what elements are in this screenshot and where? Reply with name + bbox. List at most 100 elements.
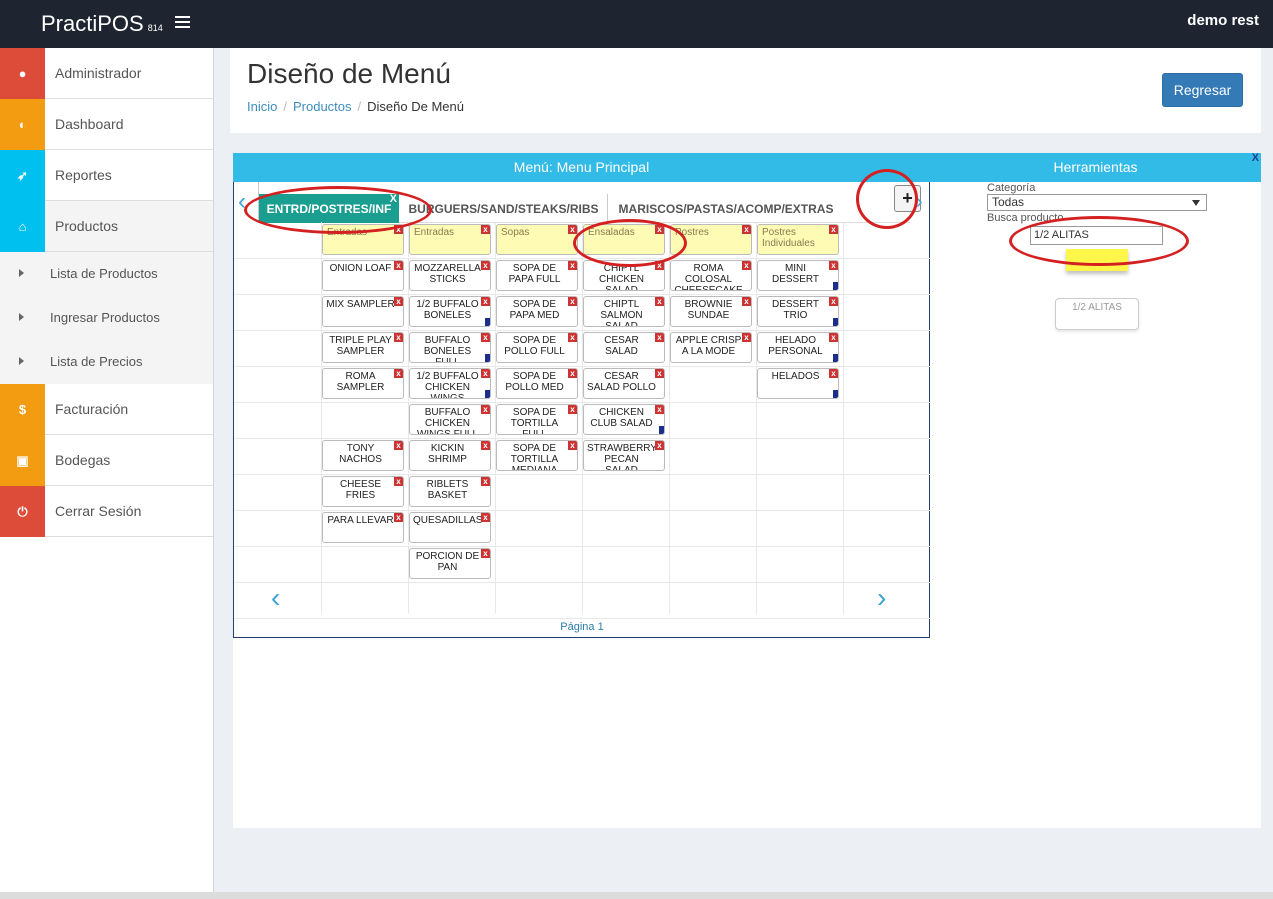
product-cell[interactable]: TONY NACHOS x [322,440,404,471]
sidebar-item-administrador[interactable]: ● Administrador [0,48,213,99]
product-cell[interactable]: APPLE CRISP A LA MODE x [670,332,752,363]
product-cell[interactable]: STRAWBERRY PECAN SALAD x [583,440,665,471]
sidebar-item-reportes[interactable]: ➶ Reportes [0,150,213,201]
delete-icon[interactable]: x [742,261,751,270]
delete-icon[interactable]: x [394,441,403,450]
delete-icon[interactable]: x [481,405,490,414]
delete-icon[interactable]: x [568,369,577,378]
product-cell[interactable]: ONION LOAF x [322,260,404,291]
delete-icon[interactable]: x [481,477,490,486]
product-cell[interactable]: CESAR SALAD x [583,332,665,363]
product-cell[interactable]: BROWNIE SUNDAE x [670,296,752,327]
delete-icon[interactable]: x [829,225,838,234]
sidebar-item-bodegas[interactable]: ▣ Bodegas [0,435,213,486]
delete-icon[interactable]: x [481,333,490,342]
product-cell[interactable]: PORCION DE PAN x [409,548,491,579]
product-cell[interactable]: ROMA SAMPLER x [322,368,404,399]
delete-icon[interactable]: x [481,261,490,270]
delete-icon[interactable]: x [394,369,403,378]
product-cell[interactable]: 1/2 BUFFALO CHICKEN WINGS x [409,368,491,399]
delete-icon[interactable]: x [829,297,838,306]
product-cell[interactable]: SOPA DE TORTILLA MEDIANA x [496,440,578,471]
page-prev-icon[interactable]: ‹ [271,584,280,612]
product-cell[interactable]: MINI DESSERT x [757,260,839,291]
delete-icon[interactable]: x [568,297,577,306]
product-cell[interactable]: BUFFALO CHICKEN WINGS FULL x [409,404,491,435]
delete-icon[interactable]: x [481,369,490,378]
sidebar-subitem[interactable]: Lista de Productos [0,252,213,296]
category-header-cell[interactable]: Entradas x [409,224,491,255]
breadcrumb-home[interactable]: Inicio [247,99,277,114]
product-cell[interactable]: MOZZARELLA STICKS x [409,260,491,291]
product-cell[interactable]: KICKIN SHRIMP x [409,440,491,471]
product-cell[interactable]: PARA LLEVAR x [322,512,404,543]
product-cell[interactable]: 1/2 BUFFALO BONELES x [409,296,491,327]
category-select[interactable]: Todas [987,194,1207,211]
user-name[interactable]: demo rest [1187,12,1259,29]
delete-icon[interactable]: x [568,441,577,450]
breadcrumb-products[interactable]: Productos [293,99,352,114]
category-header-cell[interactable]: Sopas x [496,224,578,255]
product-cell[interactable]: HELADOS x [757,368,839,399]
delete-icon[interactable]: x [394,477,403,486]
delete-icon[interactable]: x [568,405,577,414]
delete-icon[interactable]: x [394,513,403,522]
delete-icon[interactable]: x [394,333,403,342]
product-cell[interactable]: RIBLETS BASKET x [409,476,491,507]
product-cell[interactable]: QUESADILLAS x [409,512,491,543]
search-result-button[interactable]: 1/2 ALITAS [1055,298,1139,330]
delete-icon[interactable]: x [394,297,403,306]
delete-icon[interactable]: x [568,225,577,234]
product-cell[interactable]: CESAR SALAD POLLO x [583,368,665,399]
sidebar-item-productos[interactable]: ⌂ Productos [0,201,213,252]
delete-icon[interactable]: x [742,297,751,306]
product-cell[interactable]: TRIPLE PLAY SAMPLER x [322,332,404,363]
delete-icon[interactable]: x [742,333,751,342]
delete-icon[interactable]: x [829,261,838,270]
delete-icon[interactable]: x [829,333,838,342]
modifier-flag-icon [485,390,490,398]
delete-icon[interactable]: x [655,333,664,342]
product-cell[interactable]: DESSERT TRIO x [757,296,839,327]
delete-icon[interactable]: x [655,405,664,414]
delete-icon[interactable]: x [481,549,490,558]
product-cell[interactable]: CHEESE FRIES x [322,476,404,507]
delete-icon[interactable]: x [655,441,664,450]
product-cell[interactable]: SOPA DE POLLO FULL x [496,332,578,363]
delete-icon[interactable]: x [568,261,577,270]
product-cell[interactable]: SOPA DE POLLO MED x [496,368,578,399]
product-cell[interactable]: HELADO PERSONAL x [757,332,839,363]
sidebar-item-dashboard[interactable]: ◐ Dashboard [0,99,213,150]
delete-icon[interactable]: x [568,333,577,342]
back-button[interactable]: Regresar [1162,73,1243,107]
hamburger-menu-icon[interactable] [175,16,190,31]
sidebar-item-facturaci-n[interactable]: $ Facturación [0,384,213,435]
delete-icon[interactable]: x [829,369,838,378]
app-brand[interactable]: PractiPOS 814 [41,11,163,37]
delete-icon[interactable]: x [481,513,490,522]
page-next-icon[interactable]: › [877,584,886,612]
delete-icon[interactable]: x [394,261,403,270]
dashboard-icon: ◐ [0,99,45,150]
product-cell[interactable]: SOPA DE TORTILLA FULL x [496,404,578,435]
sidebar-subitem[interactable]: Ingresar Productos [0,296,213,340]
product-cell[interactable]: SOPA DE PAPA MED x [496,296,578,327]
product-cell[interactable]: CHIPTL SALMON SALAD x [583,296,665,327]
delete-icon[interactable]: x [742,225,751,234]
delete-icon[interactable]: x [655,297,664,306]
product-cell[interactable]: CHICKEN CLUB SALAD x [583,404,665,435]
product-cell[interactable]: ROMA COLOSAL CHEESECAKE x [670,260,752,291]
delete-icon[interactable]: x [481,297,490,306]
tab-mariscos[interactable]: MARISCOS/PASTAS/ACOMP/EXTRAS [609,194,843,223]
category-header-cell[interactable]: Postres Individuales x [757,224,839,255]
delete-icon[interactable]: x [481,441,490,450]
tools-close-button[interactable]: X [1252,151,1259,165]
product-cell[interactable]: BUFFALO BONELES FULL x [409,332,491,363]
sidebar-item-cerrar-sesi-n[interactable]: ⏻ Cerrar Sesión [0,486,213,537]
sidebar-item-label: Reportes [55,167,112,183]
product-cell[interactable]: MIX SAMPLER x [322,296,404,327]
delete-icon[interactable]: x [481,225,490,234]
sidebar-subitem[interactable]: Lista de Precios [0,340,213,384]
product-cell[interactable]: SOPA DE PAPA FULL x [496,260,578,291]
delete-icon[interactable]: x [655,369,664,378]
